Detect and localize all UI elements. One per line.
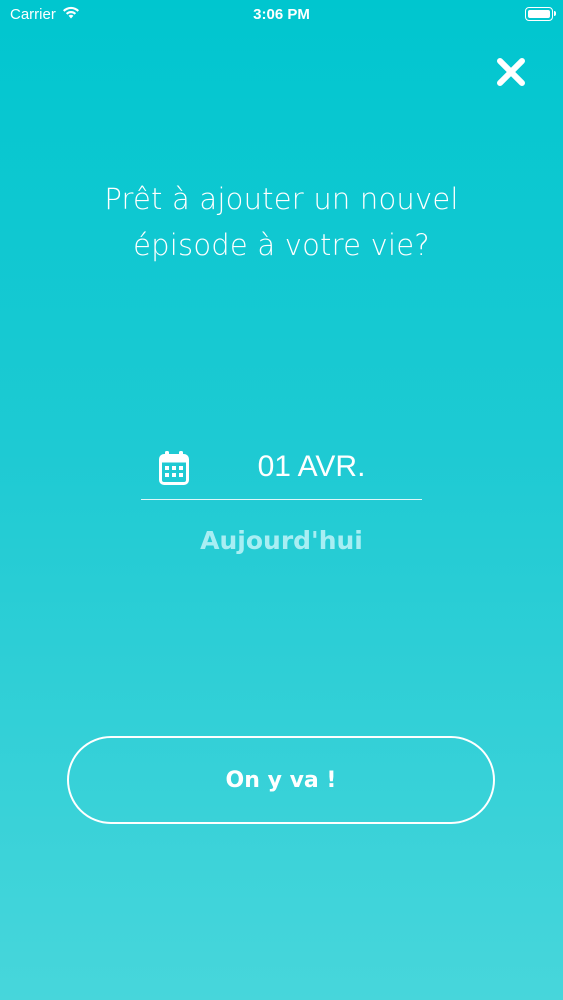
calendar-icon <box>159 451 189 485</box>
start-button[interactable]: On y va ! <box>67 736 495 824</box>
date-value: 01 AVR. <box>257 450 366 483</box>
date-relative-label: Aujourd'hui <box>200 526 363 555</box>
date-picker[interactable]: 01 AVR. <box>141 440 422 500</box>
status-bar: Carrier 3:06 PM <box>0 0 563 30</box>
new-episode-screen: Carrier 3:06 PM Prêt à ajouter un nouvel… <box>0 0 563 1000</box>
battery-icon <box>525 7 556 21</box>
page-title: Prêt à ajouter un nouvel épisode à votre… <box>104 182 459 262</box>
status-time: 3:06 PM <box>253 6 310 23</box>
close-button[interactable] <box>495 56 527 88</box>
battery-level <box>528 10 550 18</box>
close-icon <box>497 58 525 86</box>
